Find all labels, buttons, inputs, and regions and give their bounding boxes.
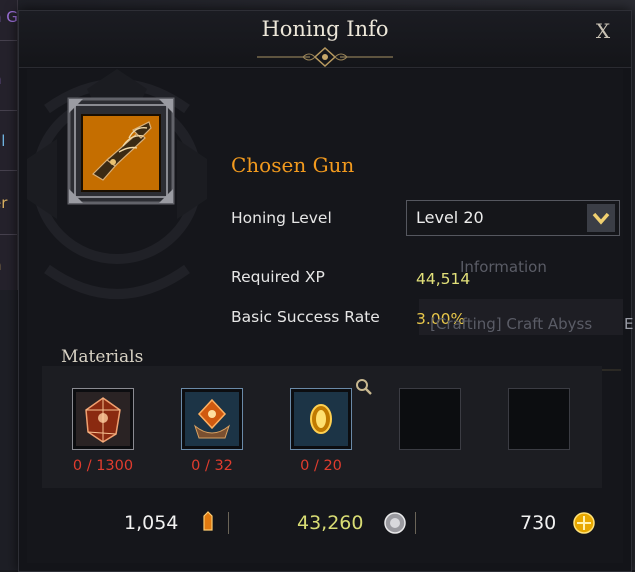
material-slot[interactable] <box>181 388 243 450</box>
gold-coin-icon <box>573 512 595 534</box>
title-ornament-icon <box>257 46 393 68</box>
background-text: [Crafting] Craft Abyss <box>430 315 593 333</box>
divider <box>0 170 17 171</box>
success-rate-label: Basic Success Rate <box>231 308 380 326</box>
background-sidebar-item: al <box>0 132 6 150</box>
divider <box>415 512 416 534</box>
chevron-down-icon[interactable] <box>587 204 615 232</box>
gold-amount: 730 <box>520 512 557 534</box>
material-slot-empty <box>508 388 570 450</box>
honing-level-label: Honing Level <box>231 209 332 227</box>
divider <box>228 512 229 534</box>
gun-icon <box>92 121 152 181</box>
orange-gem-icon <box>185 392 239 446</box>
dialog-title: Honing Info <box>261 17 389 41</box>
currency-bar: 1,054 43,260 730 <box>42 494 602 552</box>
divider <box>0 110 17 111</box>
shard-amount: 1,054 <box>124 512 179 534</box>
silver-amount: 43,260 <box>297 512 364 534</box>
divider <box>0 234 17 235</box>
background-sidebar-item: n <box>0 70 2 88</box>
item-icon[interactable] <box>81 114 161 192</box>
material-count: 0 / 1300 <box>72 458 134 474</box>
material-count: 0 / 32 <box>191 458 233 474</box>
material-slot[interactable] <box>72 388 134 450</box>
material-slot-empty <box>399 388 461 450</box>
item-name: Chosen Gun <box>231 153 355 177</box>
honing-level-value: Level 20 <box>416 208 484 227</box>
search-icon[interactable] <box>355 378 373 396</box>
dialog-titlebar: Honing Info X <box>19 11 631 68</box>
background-sidebar: n Gun n al er n <box>0 0 37 290</box>
background-text: E <box>624 315 634 333</box>
materials-heading: Materials <box>61 347 144 367</box>
required-xp-label: Required XP <box>231 268 325 286</box>
divider <box>0 40 17 41</box>
shard-icon <box>203 511 213 531</box>
material-count: 0 / 20 <box>300 458 342 474</box>
material-slot[interactable] <box>290 388 352 450</box>
red-crystal-icon <box>76 392 130 446</box>
close-button[interactable]: X <box>591 19 615 43</box>
background-sidebar-item: er <box>0 194 8 212</box>
materials-panel: 0 / 1300 0 / 32 0 / 20 <box>42 366 602 488</box>
background-text: Information <box>460 258 547 276</box>
gold-ring-icon <box>294 392 348 446</box>
background-sidebar-item: n <box>0 256 2 274</box>
honing-level-select[interactable]: Level 20 <box>406 200 620 236</box>
silver-coin-icon <box>384 512 406 534</box>
